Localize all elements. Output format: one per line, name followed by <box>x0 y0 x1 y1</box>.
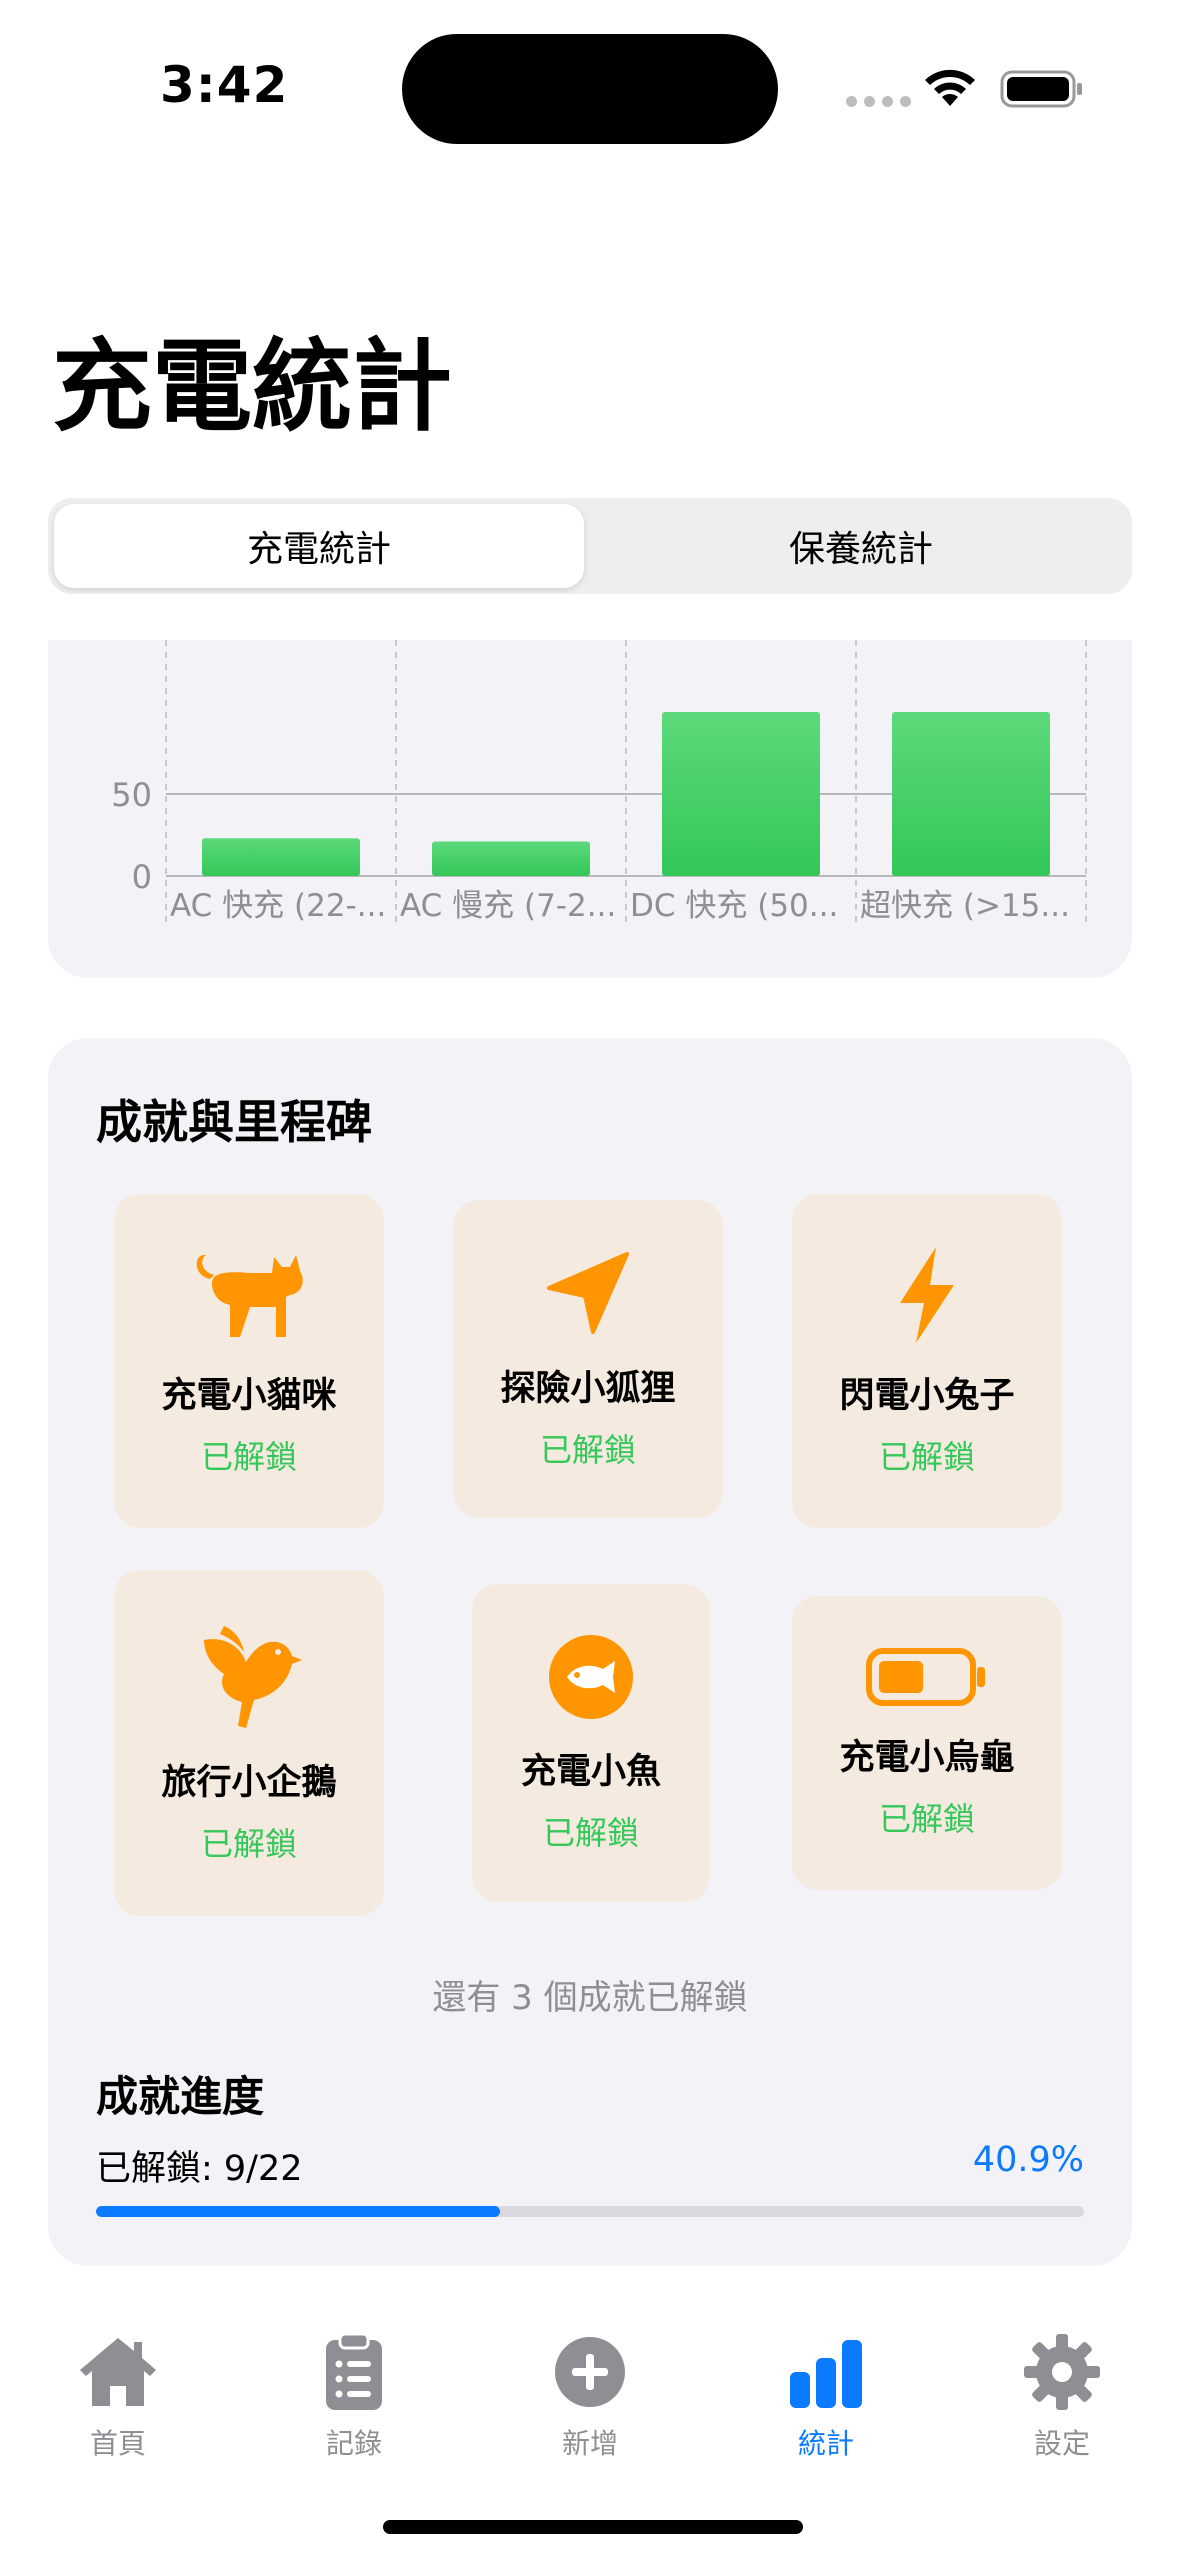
achievement-tile-fish[interactable]: 充電小魚 已解鎖 <box>472 1584 710 1902</box>
cat-icon <box>196 1254 303 1337</box>
tab-home[interactable]: 首頁 <box>38 2330 198 2462</box>
achievement-tile-fox[interactable]: 探險小狐狸 已解鎖 <box>453 1200 723 1518</box>
progress-label: 已解鎖: 9/22 <box>96 2149 303 2189</box>
achievement-status: 已解鎖 <box>539 1430 636 1469</box>
achievement-status: 已解鎖 <box>878 1437 975 1476</box>
achievement-tile-rabbit[interactable]: 閃電小兔子 已解鎖 <box>792 1194 1062 1528</box>
chart-x-tick-label: AC 慢充 (7-2... <box>400 888 616 924</box>
achievement-name: 充電小魚 <box>520 1751 661 1792</box>
battery-icon <box>866 1647 985 1706</box>
bolt-icon <box>900 1246 954 1343</box>
dynamic-island <box>402 34 778 144</box>
achievement-status: 已解鎖 <box>542 1813 639 1852</box>
achievement-status: 已解鎖 <box>878 1799 975 1838</box>
chart-bar[interactable] <box>202 838 360 876</box>
status-time: 3:42 <box>160 56 289 114</box>
chart-y-tick-label: 50 <box>111 776 152 814</box>
achievements-card: 成就與里程碑 充電小貓咪 已解鎖 探險小狐狸 已解鎖 閃電小兔子 已解鎖 旅行小… <box>48 1038 1132 2266</box>
segmented-control: 充電統計 保養統計 <box>48 498 1132 594</box>
battery-status-icon <box>1000 70 1082 108</box>
tab-add[interactable]: 新增 <box>510 2330 670 2462</box>
segment-maintenance-stats[interactable]: 保養統計 <box>596 504 1126 588</box>
chart-bar[interactable] <box>662 712 820 876</box>
segment-charging-stats[interactable]: 充電統計 <box>54 504 584 588</box>
progress-title: 成就進度 <box>96 2072 265 2121</box>
wifi-icon <box>925 69 975 106</box>
cellular-signal-icon <box>846 96 911 107</box>
fish-icon <box>549 1634 633 1719</box>
bird-icon <box>204 1625 302 1728</box>
achievements-note: 還有 3 個成就已解鎖 <box>432 1978 748 2018</box>
progress-bar <box>96 2206 1084 2217</box>
tab-statistics[interactable]: 統計 <box>746 2330 906 2462</box>
progress-bar-fill <box>96 2206 501 2217</box>
tab-records[interactable]: 記錄 <box>274 2330 434 2462</box>
chart-x-tick-label: 超快充 (>15... <box>860 888 1070 924</box>
bar-chart-icon <box>790 2340 862 2408</box>
achievement-tile-penguin[interactable]: 旅行小企鵝 已解鎖 <box>114 1570 384 1916</box>
charging-type-chart: 0 50 AC 快充 (22-... AC 慢充 (7-2... DC 快充 (50..… <box>48 640 1132 978</box>
chart-bar[interactable] <box>892 712 1050 876</box>
tab-label: 新增 <box>561 2427 618 2460</box>
achievements-title: 成就與里程碑 <box>96 1095 372 1149</box>
plus-circle-icon <box>555 2337 625 2407</box>
chart-x-tick-label: AC 快充 (22-... <box>170 888 386 924</box>
gear-icon <box>1024 2334 1100 2410</box>
bar-chart: 0 50 AC 快充 (22-... AC 慢充 (7-2... DC 快充 (50..… <box>111 640 1087 924</box>
home-indicator <box>383 2520 803 2534</box>
achievement-status: 已解鎖 <box>200 1437 297 1476</box>
chart-x-tick-label: DC 快充 (50... <box>630 888 838 924</box>
chart-bar[interactable] <box>432 841 590 876</box>
achievement-status: 已解鎖 <box>200 1824 297 1863</box>
chart-y-tick-label: 0 <box>132 858 152 896</box>
tab-label: 首頁 <box>89 2427 146 2460</box>
achievement-tile-turtle[interactable]: 充電小烏龜 已解鎖 <box>792 1596 1062 1890</box>
achievement-name: 旅行小企鵝 <box>161 1762 337 1803</box>
house-icon <box>80 2338 156 2406</box>
tab-label: 記錄 <box>325 2427 382 2460</box>
achievement-name: 充電小烏龜 <box>839 1737 1015 1778</box>
clipboard-list-icon <box>326 2332 382 2410</box>
achievement-name: 探險小狐狸 <box>500 1368 676 1409</box>
tab-label: 統計 <box>797 2427 854 2460</box>
achievement-tile-cat[interactable]: 充電小貓咪 已解鎖 <box>114 1194 384 1528</box>
tab-label: 設定 <box>1033 2427 1090 2460</box>
page-title: 充電統計 <box>52 328 452 445</box>
location-arrow-icon <box>547 1251 629 1334</box>
achievement-name: 充電小貓咪 <box>161 1375 337 1416</box>
tab-bar: 首頁 記錄 新增 統計 設定 <box>0 2300 1179 2556</box>
progress-percent: 40.9% <box>972 2140 1084 2180</box>
achievement-name: 閃電小兔子 <box>839 1375 1015 1416</box>
tab-settings[interactable]: 設定 <box>982 2330 1142 2462</box>
